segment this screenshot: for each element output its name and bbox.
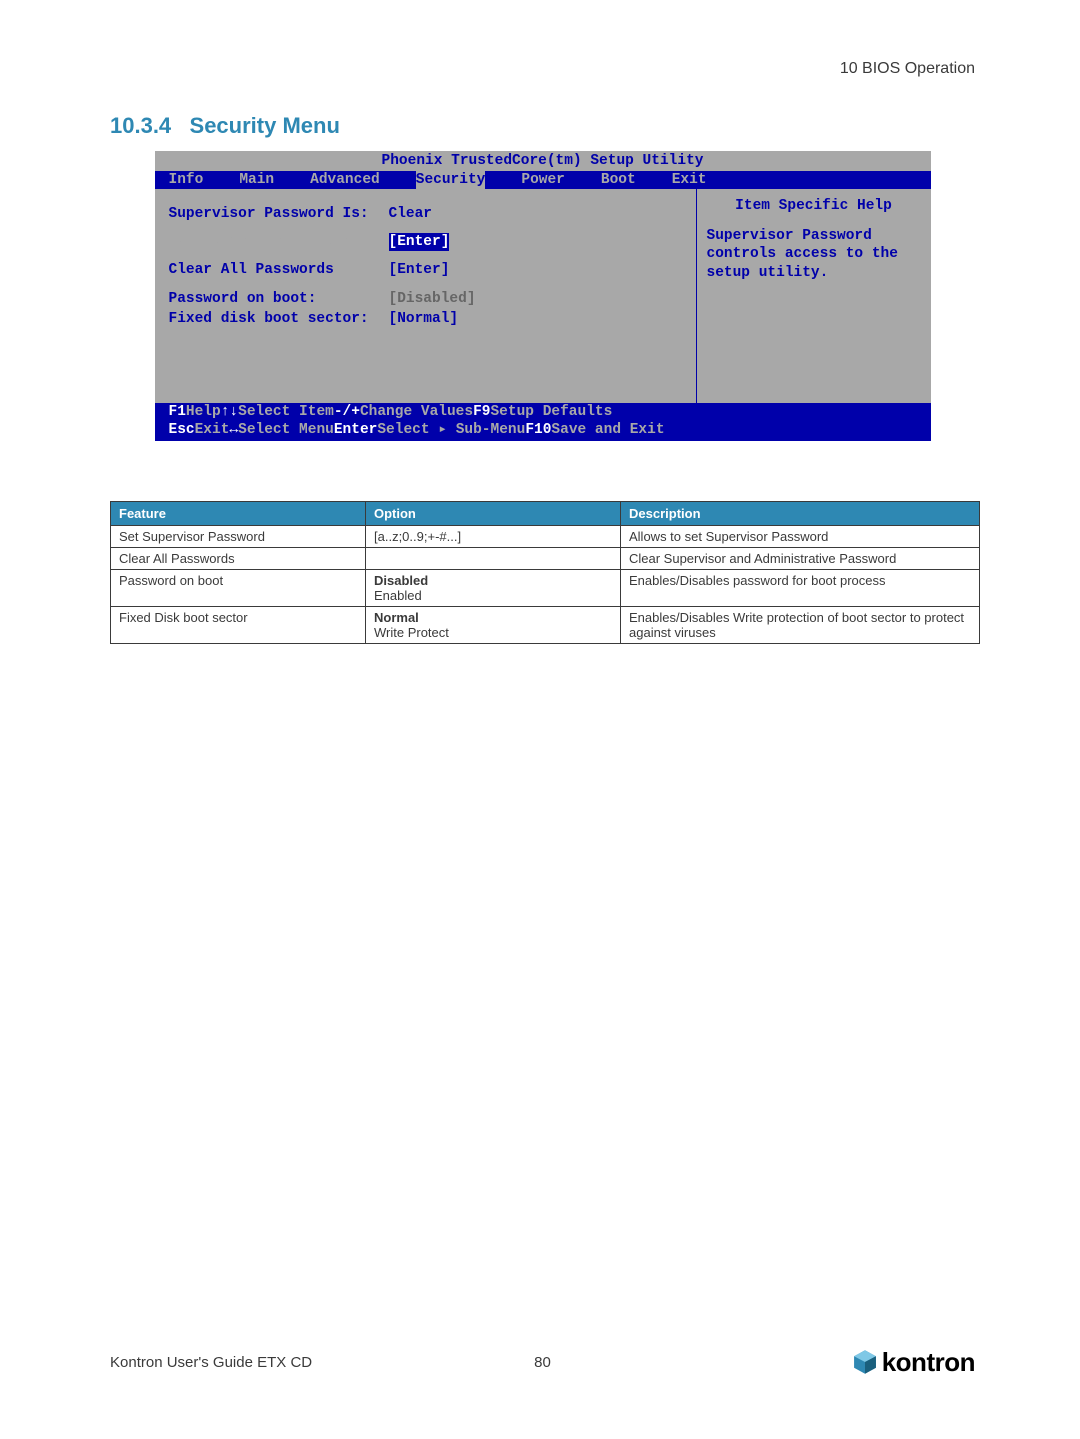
table-row: Fixed Disk boot sector NormalWrite Prote… — [111, 607, 980, 644]
th-option: Option — [366, 502, 621, 526]
bios-footer-row: F1 Help ↑↓ Select Item -/+ Change Values… — [169, 403, 917, 421]
th-description: Description — [621, 502, 980, 526]
table-header-row: Feature Option Description — [111, 502, 980, 526]
bios-item: Clear All Passwords [Enter] — [169, 261, 682, 279]
bios-tab-info: Info — [169, 171, 204, 189]
bios-item-label: Clear All Passwords — [169, 261, 389, 279]
section-number: 10.3.4 — [110, 113, 171, 138]
bios-item-label: Fixed disk boot sector: — [169, 310, 389, 328]
cell-option — [366, 548, 621, 570]
th-feature: Feature — [111, 502, 366, 526]
bios-item-value: Clear — [389, 205, 433, 223]
bios-item-value: [Enter] — [389, 233, 450, 251]
cell-desc: Clear Supervisor and Administrative Pass… — [621, 548, 980, 570]
bios-tab-power: Power — [521, 171, 565, 189]
bios-body: Supervisor Password Is: Clear Set Superv… — [155, 189, 931, 403]
bios-tab-exit: Exit — [672, 171, 707, 189]
bios-item-value: [Disabled] — [389, 290, 476, 308]
table-row: Set Supervisor Password [a..z;0..9;+-#..… — [111, 526, 980, 548]
bios-help-panel: Item Specific Help Supervisor Password c… — [696, 189, 931, 403]
bios-item-label: Password on boot: — [169, 290, 389, 308]
bios-title: Phoenix TrustedCore(tm) Setup Utility — [155, 151, 931, 171]
table-row: Password on boot DisabledEnabled Enables… — [111, 570, 980, 607]
bios-item-selected: Set Supervisor Password: [Enter] — [169, 233, 682, 251]
bios-screenshot: Phoenix TrustedCore(tm) Setup Utility In… — [155, 151, 931, 441]
cell-desc: Enables/Disables Write protection of boo… — [621, 607, 980, 644]
bios-item-value: [Enter] — [389, 261, 450, 279]
cell-option: NormalWrite Protect — [366, 607, 621, 644]
section-title: Security Menu — [190, 113, 340, 138]
cell-desc: Allows to set Supervisor Password — [621, 526, 980, 548]
bios-item: Password on boot: [Disabled] — [169, 290, 682, 308]
footer-guide-title: Kontron User's Guide ETX CD — [110, 1354, 398, 1371]
bios-tab-main: Main — [239, 171, 274, 189]
kontron-logo: kontron — [852, 1347, 975, 1378]
cell-feature: Password on boot — [111, 570, 366, 607]
feature-table: Feature Option Description Set Superviso… — [110, 501, 980, 644]
section-heading: 10.3.4 Security Menu — [110, 113, 975, 139]
bios-menubar: Info Main Advanced Security Power Boot E… — [155, 171, 931, 189]
bios-tab-boot: Boot — [601, 171, 636, 189]
kontron-logo-text: kontron — [882, 1347, 975, 1378]
bios-tab-advanced: Advanced — [310, 171, 380, 189]
cell-feature: Fixed Disk boot sector — [111, 607, 366, 644]
bios-help-title: Item Specific Help — [707, 197, 921, 215]
footer-page-number: 80 — [398, 1354, 686, 1371]
chapter-header: 10 BIOS Operation — [110, 60, 975, 78]
bios-left-panel: Supervisor Password Is: Clear Set Superv… — [155, 189, 696, 403]
cell-feature: Set Supervisor Password — [111, 526, 366, 548]
kontron-logo-icon — [852, 1349, 878, 1375]
table-row: Clear All Passwords Clear Supervisor and… — [111, 548, 980, 570]
cell-feature: Clear All Passwords — [111, 548, 366, 570]
bios-item: Fixed disk boot sector: [Normal] — [169, 310, 682, 328]
bios-item-label: Supervisor Password Is: — [169, 205, 389, 223]
page-footer: Kontron User's Guide ETX CD 80 kontron — [110, 1347, 975, 1380]
bios-item: Supervisor Password Is: Clear — [169, 205, 682, 223]
bios-item-label: Set Supervisor Password: — [169, 233, 389, 251]
cell-option: DisabledEnabled — [366, 570, 621, 607]
bios-footer: F1 Help ↑↓ Select Item -/+ Change Values… — [155, 403, 931, 441]
bios-help-text: Supervisor Password controls access to t… — [707, 227, 921, 281]
cell-option: [a..z;0..9;+-#...] — [366, 526, 621, 548]
bios-tab-security: Security — [416, 171, 486, 189]
bios-item-value: [Normal] — [389, 310, 459, 328]
footer-logo: kontron — [687, 1347, 975, 1380]
bios-footer-row: Esc Exit ↔ Select Menu Enter Select ▸ Su… — [169, 421, 917, 439]
cell-desc: Enables/Disables password for boot proce… — [621, 570, 980, 607]
